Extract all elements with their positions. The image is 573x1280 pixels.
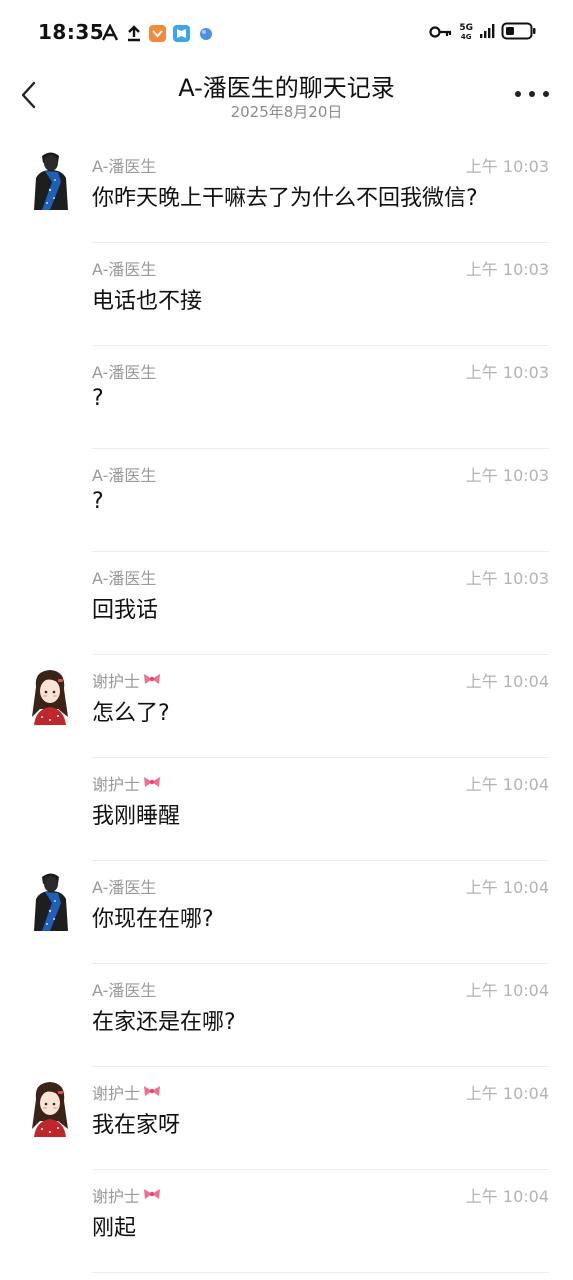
message-text[interactable]: 刚起 [92,1210,136,1242]
message-text[interactable]: 在家还是在哪? [92,1004,236,1036]
upload-icon [124,24,143,43]
sender-avatar-female[interactable] [28,665,74,725]
message-time: 上午 10:03 [465,466,549,485]
message-time: 上午 10:04 [465,1187,549,1206]
sender-name-text: 谢护士 [92,1084,141,1103]
message-row[interactable]: A-潘医生 上午 10:03 你昨天晚上干嘛去了为什么不回我微信? [0,140,573,243]
message-time: 上午 10:04 [465,878,549,897]
sender-name: 谢护士 [92,771,162,795]
sender-name: A-潘医生 [92,565,156,589]
status-right: 5G 4G [429,22,537,44]
divider [92,1272,549,1273]
message-time: 上午 10:04 [465,672,549,691]
sender-name: A-潘医生 [92,359,156,383]
shopping-icon [148,24,167,43]
sender-avatar-male[interactable] [28,871,74,931]
network-indicator: 5G 4G [459,24,473,42]
sender-name-text: A-潘医生 [92,981,157,1000]
sender-name-text: A-潘医生 [92,157,157,176]
sender-avatar-male[interactable] [28,150,74,210]
page-date: 2025年8月20日 [230,103,343,121]
message-time: 上午 10:04 [465,981,549,1000]
sender-name-text: A-潘医生 [92,260,157,279]
message-time: 上午 10:04 [465,775,549,794]
message-text[interactable]: 我在家呀 [92,1107,180,1139]
sender-name-text: 谢护士 [92,672,141,691]
message-text[interactable]: 我刚睡醒 [92,798,180,830]
sender-name: A-潘医生 [92,462,156,486]
message-row[interactable]: 谢护士 上午 10:04 刚起 [0,1170,573,1273]
dot-icon [529,91,535,97]
sender-name-text: A-潘医生 [92,363,157,382]
message-time: 上午 10:03 [465,569,549,588]
sender-name: 谢护士 [92,668,162,692]
sender-name-text: A-潘医生 [92,466,157,485]
sender-name: A-潘医生 [92,256,156,280]
sender-name: 谢护士 [92,1080,162,1104]
message-text[interactable]: 怎么了? [92,695,170,727]
message-row[interactable]: 谢护士 上午 10:04 我刚睡醒 [0,758,573,861]
sender-name: 谢护士 [92,1183,162,1207]
message-time: 上午 10:03 [465,260,549,279]
message-text[interactable]: ? [92,489,104,514]
chat-history-header: A-潘医生的聊天记录 2025年8月20日 [0,66,573,128]
signal-icon [479,23,495,43]
battery-icon [501,22,537,44]
message-row[interactable]: A-潘医生 上午 10:04 你现在在哪? [0,861,573,964]
book-icon [172,24,191,43]
message-text[interactable]: 你昨天晚上干嘛去了为什么不回我微信? [92,180,478,212]
message-row[interactable]: A-潘医生 上午 10:03 回我话 [0,552,573,655]
sender-avatar-female[interactable] [28,1077,74,1137]
key-icon [429,24,453,43]
message-time: 上午 10:04 [465,1084,549,1103]
message-row[interactable]: 谢护士 上午 10:04 我在家呀 [0,1067,573,1170]
more-options-button[interactable] [515,82,549,106]
notification-icons [100,22,215,44]
bow-icon [142,1186,162,1205]
bow-icon [142,1083,162,1102]
sender-name: A-潘医生 [92,977,156,1001]
message-time: 上午 10:03 [465,363,549,382]
a-app-icon [100,24,119,43]
message-text[interactable]: 你现在在哪? [92,901,214,933]
message-row[interactable]: A-潘医生 上午 10:04 在家还是在哪? [0,964,573,1067]
sender-name-text: 谢护士 [92,775,141,794]
status-time: 18:35 [38,20,105,44]
sender-name-text: 谢护士 [92,1187,141,1206]
sender-name: A-潘医生 [92,874,156,898]
message-text[interactable]: 回我话 [92,592,158,624]
sender-name-text: A-潘医生 [92,569,157,588]
bow-icon [142,671,162,690]
message-row[interactable]: A-潘医生 上午 10:03? [0,449,573,552]
message-text[interactable]: ? [92,386,104,411]
message-row[interactable]: 谢护士 上午 10:04 怎么了? [0,655,573,758]
message-text[interactable]: 电话也不接 [92,283,202,315]
network-sub-label: 4G [460,33,472,41]
dot-icon [543,91,549,97]
status-bar: 18:35 5G 4G [0,0,573,66]
message-row[interactable]: A-潘医生 上午 10:03 电话也不接 [0,243,573,346]
network-label: 5G [459,23,473,33]
message-list[interactable]: A-潘医生 上午 10:03 你昨天晚上干嘛去了为什么不回我微信? A-潘医生 上午 1… [0,140,573,1273]
sender-name: A-潘医生 [92,153,156,177]
dot-icon [515,91,521,97]
message-row[interactable]: A-潘医生 上午 10:03? [0,346,573,449]
sender-name-text: A-潘医生 [92,878,157,897]
blue-app-icon [196,24,215,43]
message-time: 上午 10:03 [465,157,549,176]
bow-icon [142,774,162,793]
page-title: A-潘医生的聊天记录 [178,74,395,102]
